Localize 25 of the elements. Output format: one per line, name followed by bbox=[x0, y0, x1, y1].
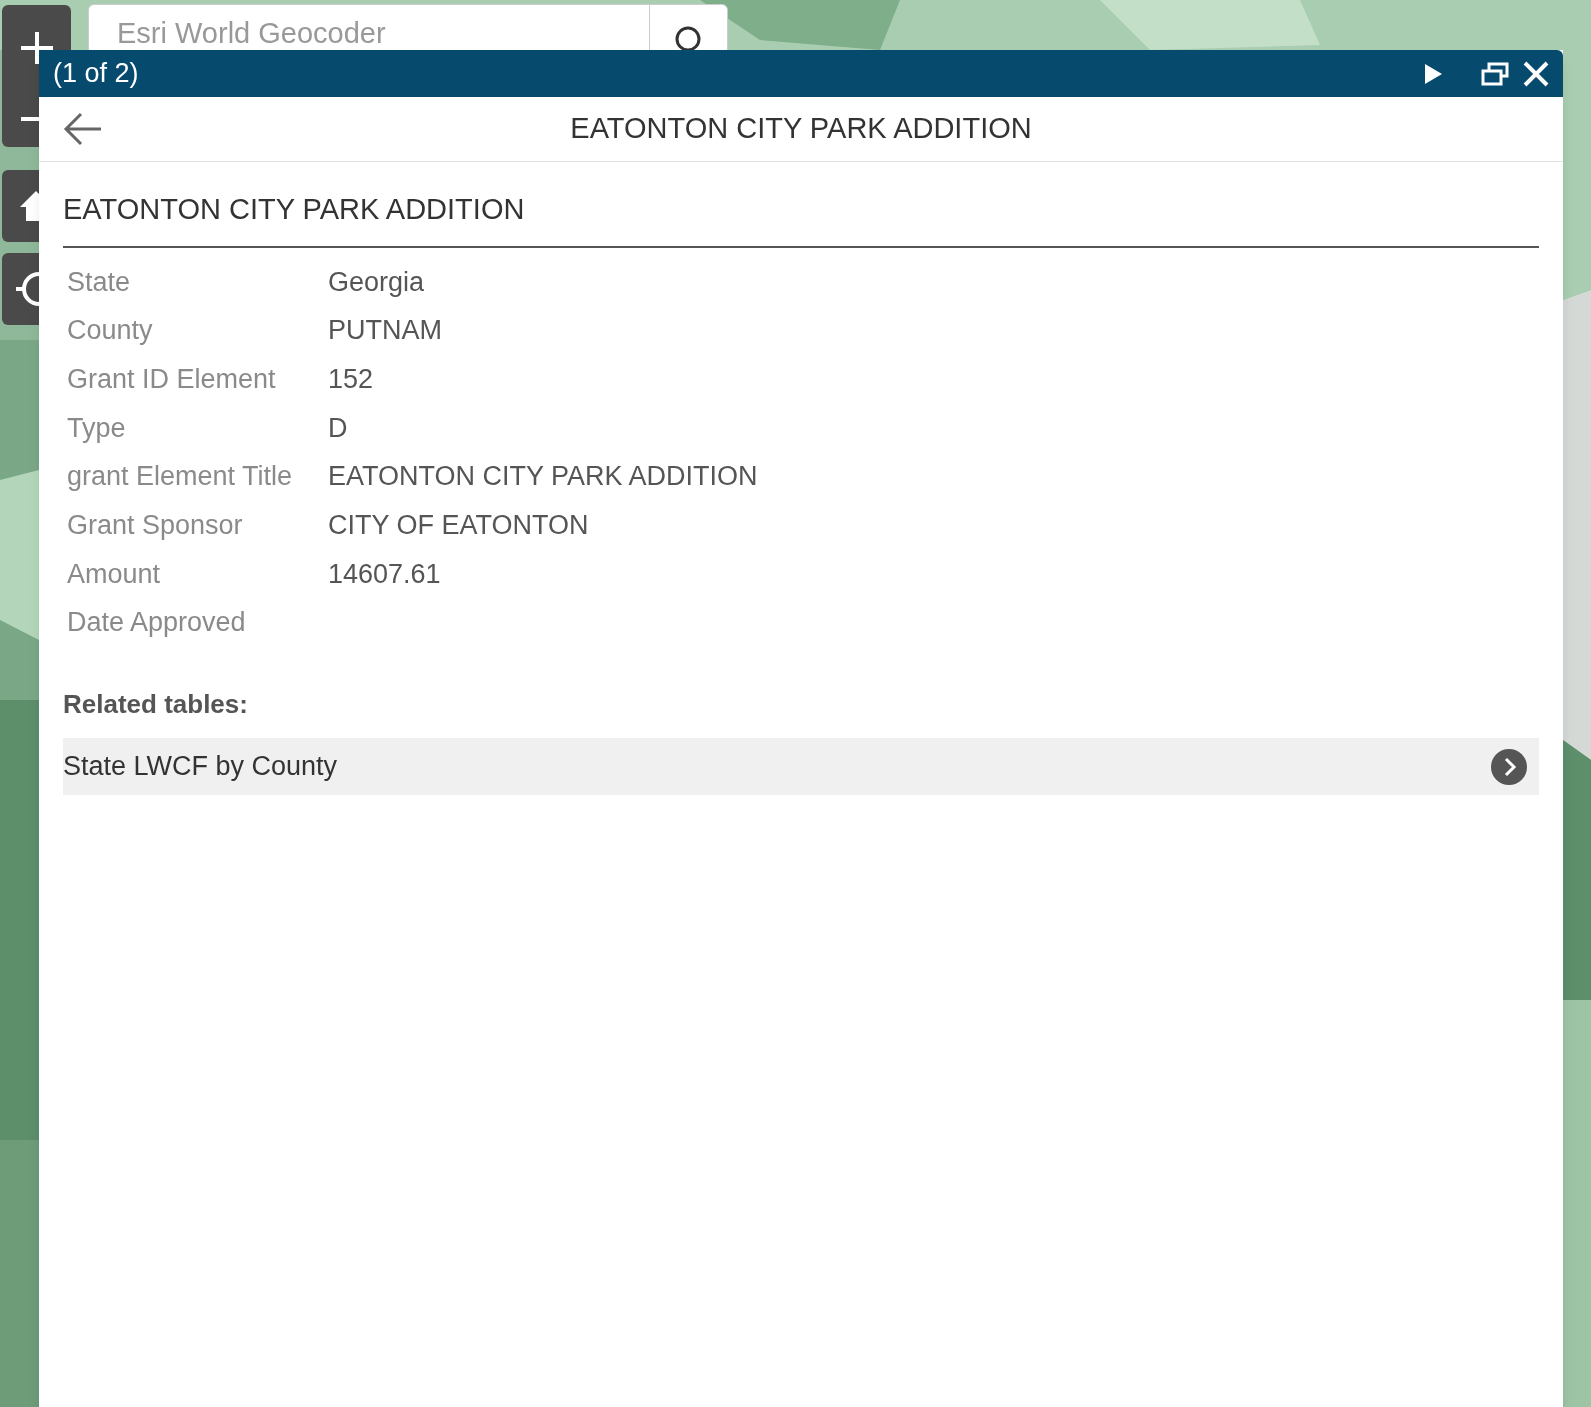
field-label: Type bbox=[67, 411, 127, 445]
field-value: EATONTON CITY PARK ADDITION bbox=[328, 460, 758, 494]
next-feature-icon[interactable] bbox=[1423, 62, 1443, 85]
field-value: Georgia bbox=[328, 265, 425, 299]
close-icon[interactable] bbox=[1523, 60, 1549, 87]
field-label: Grant Sponsor bbox=[67, 509, 244, 543]
field-label: State bbox=[67, 265, 132, 299]
back-arrow-icon[interactable] bbox=[63, 112, 103, 146]
field-label: Amount bbox=[67, 557, 162, 591]
field-value: 14607.61 bbox=[328, 557, 441, 591]
field-label: Grant ID Element bbox=[67, 362, 277, 396]
field-label: grant Element Title bbox=[67, 460, 294, 494]
field-value: PUTNAM bbox=[328, 314, 442, 348]
field-value: D bbox=[328, 411, 348, 445]
chevron-icon bbox=[1491, 748, 1527, 785]
popup-title: EATONTON CITY PARK ADDITION bbox=[569, 111, 1033, 147]
field-value: 152 bbox=[328, 362, 374, 396]
field-value: CITY OF EATONTON bbox=[328, 509, 589, 543]
dock-icon[interactable] bbox=[1481, 61, 1509, 86]
field-label: Date Approved bbox=[67, 606, 247, 640]
field-label: County bbox=[67, 314, 154, 348]
feature-counter: (1 of 2) bbox=[53, 57, 139, 91]
related-table-item[interactable]: State LWCF by County bbox=[63, 738, 1539, 795]
feature-heading: EATONTON CITY PARK ADDITION bbox=[63, 188, 1539, 248]
related-tables-heading: Related tables: bbox=[63, 688, 249, 721]
